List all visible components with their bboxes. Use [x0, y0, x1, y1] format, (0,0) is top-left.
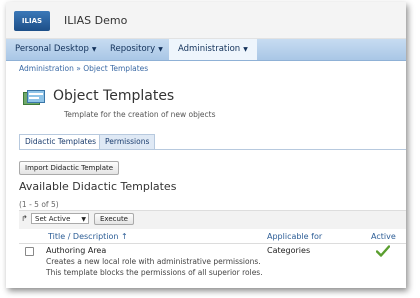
row-title: Authoring Area [46, 246, 107, 255]
page-description: Template for the creation of new objects [64, 110, 216, 119]
chevron-down-icon: ▼ [158, 46, 163, 53]
tab-permissions[interactable]: Permissions [99, 134, 156, 149]
row-description-line-2: This template blocks the permissions of … [46, 268, 263, 277]
row-checkbox[interactable] [25, 247, 34, 256]
chevron-down-icon: ▼ [91, 46, 97, 53]
header-bar: ILIAS ILIAS Demo [6, 2, 406, 39]
tab-didactic-templates[interactable]: Didactic Templates [19, 134, 103, 149]
row-description-line-1: Creates a new local role with administra… [46, 257, 261, 266]
import-didactic-template-button[interactable]: Import Didactic Template [19, 161, 120, 175]
browser-window: ILIAS ILIAS Demo Personal Desktop ▼ Repos… [6, 2, 406, 288]
section-title: Available Didactic Templates [19, 180, 177, 193]
breadcrumb-separator: » [76, 64, 81, 73]
check-icon [376, 245, 390, 257]
breadcrumb-object-templates[interactable]: Object Templates [83, 64, 148, 73]
menu-label: Personal Desktop [15, 44, 89, 54]
ilias-logo[interactable]: ILIAS [14, 11, 50, 31]
menu-administration[interactable]: Administration ▼ [169, 39, 257, 60]
menu-repository[interactable]: Repository ▼ [101, 39, 172, 60]
tab-divider [19, 149, 406, 150]
main-menu: Personal Desktop ▼ Repository ▼ Administra… [6, 39, 406, 61]
execute-button[interactable]: Execute [94, 213, 134, 225]
result-count: (1 - 5 of 5) [19, 200, 59, 209]
object-templates-icon [23, 90, 45, 105]
column-applicable-for[interactable]: Applicable for [267, 232, 322, 241]
breadcrumb: Administration » Object Templates [19, 64, 148, 73]
bulk-action-select[interactable]: Set Active ▼ [31, 213, 89, 224]
menu-label: Repository [110, 44, 156, 54]
breadcrumb-administration[interactable]: Administration [19, 64, 74, 73]
column-title-description[interactable]: Title / Description ↑ [48, 232, 128, 241]
sort-ascending-icon: ↑ [121, 232, 128, 241]
select-all-arrow-icon: ↱ [21, 214, 28, 223]
row-applicable-for: Categories [267, 246, 311, 255]
column-title-label: Title / Description [48, 232, 119, 241]
page-title: Object Templates [53, 88, 175, 104]
column-active[interactable]: Active [371, 232, 396, 241]
menu-personal-desktop[interactable]: Personal Desktop ▼ [6, 39, 106, 60]
app-title: ILIAS Demo [64, 14, 128, 27]
chevron-down-icon: ▼ [81, 216, 86, 223]
menu-label: Administration [178, 44, 241, 54]
chevron-down-icon: ▼ [243, 46, 248, 53]
bulk-action-selected: Set Active [35, 215, 71, 223]
